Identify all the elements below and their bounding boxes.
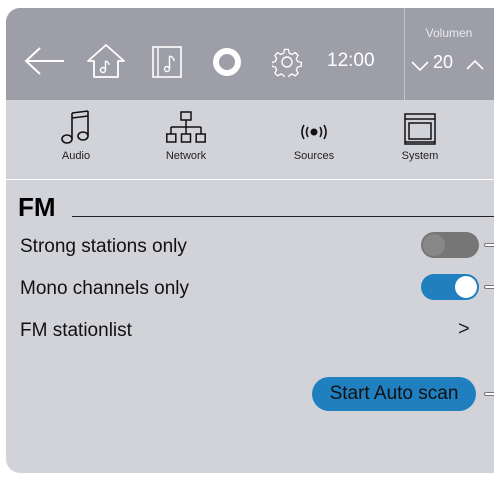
mono-channels-label: Mono channels only: [20, 278, 189, 299]
clock-time: 12:00: [327, 50, 375, 71]
chevron-right-icon[interactable]: >: [458, 318, 470, 341]
category-label: Network: [165, 150, 207, 162]
settings-panel: 12:00 Volumen 20 Audio Network Sources S…: [6, 8, 494, 473]
volume-value: 20: [433, 52, 454, 72]
section-divider: [6, 179, 494, 180]
broadcast-icon: [301, 124, 327, 140]
toggle-knob: [455, 276, 477, 298]
fm-stationlist-label[interactable]: FM stationlist: [20, 320, 132, 342]
strong-stations-toggle[interactable]: [421, 232, 479, 258]
button-connector: [484, 392, 494, 396]
music-note-icon: [61, 110, 89, 144]
toggle-connector: [484, 243, 494, 247]
section-title: FM: [18, 192, 56, 222]
strong-stations-label: Strong stations only: [20, 236, 187, 257]
volume-label: Volumen: [425, 26, 473, 40]
top-bar: 12:00 Volumen 20: [6, 8, 494, 100]
toggle-knob: [423, 234, 445, 256]
network-icon: [166, 111, 206, 143]
back-arrow-icon[interactable]: [24, 46, 66, 76]
mono-channels-toggle[interactable]: [421, 274, 479, 300]
start-auto-scan-button[interactable]: Start Auto scan: [312, 377, 476, 411]
category-label: Sources: [293, 150, 335, 162]
system-icon: [404, 113, 436, 145]
home-icon[interactable]: [86, 41, 126, 81]
category-label: System: [401, 150, 439, 162]
voice-assistant-icon[interactable]: [211, 46, 243, 78]
category-label: Audio: [61, 150, 91, 162]
toggle-connector: [484, 285, 494, 289]
volume-up-chevron-icon[interactable]: [465, 58, 485, 72]
settings-gear-icon[interactable]: [272, 47, 302, 77]
volume-down-chevron-icon[interactable]: [410, 59, 430, 73]
volume-divider: [404, 8, 405, 100]
section-title-rule: [72, 216, 494, 217]
music-library-icon[interactable]: [150, 44, 186, 80]
